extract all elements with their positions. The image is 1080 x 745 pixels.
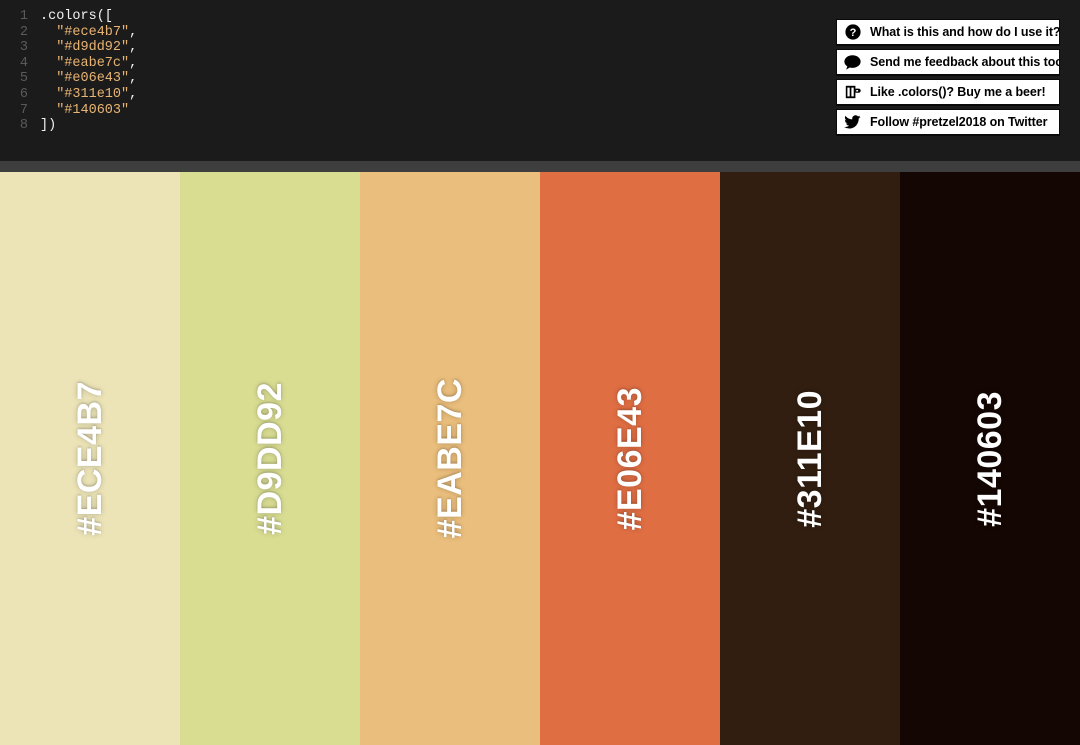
code-line[interactable]: "#ece4b7", (40, 25, 137, 41)
app-root: 12345678 .colors([ "#ece4b7", "#d9dd92",… (0, 0, 1080, 745)
code-string-token: "#140603" (56, 102, 130, 118)
color-swatch-label: #D9DD92 (250, 382, 289, 535)
line-number: 8 (19, 118, 28, 134)
code-string-token: "#ece4b7" (56, 24, 130, 40)
panel-button-label: Send me feedback about this tool! (870, 55, 1060, 69)
color-swatch-label: #140603 (970, 390, 1009, 527)
line-number: 2 (19, 24, 28, 40)
panel-button-label: What is this and how do I use it? (870, 25, 1060, 39)
color-swatch[interactable]: #140603 (900, 172, 1080, 745)
line-number: 4 (19, 55, 28, 71)
panel-button-beer-mug[interactable]: Like .colors()? Buy me a beer! (836, 79, 1060, 105)
line-number: 6 (19, 86, 28, 102)
code-lines[interactable]: .colors([ "#ece4b7", "#d9dd92", "#eabe7c… (28, 9, 137, 134)
code-line[interactable]: "#eabe7c", (40, 56, 137, 72)
code-line[interactable]: ]) (40, 118, 137, 134)
twitter-bird-icon (844, 114, 861, 131)
code-punct-token: , (129, 55, 138, 71)
color-swatch-label: #311E10 (790, 389, 829, 528)
line-number: 5 (19, 71, 28, 87)
color-swatch-label: #E06E43 (610, 386, 649, 531)
code-punct-token: , (129, 86, 138, 102)
line-number: 7 (19, 102, 28, 118)
code-line[interactable]: "#311e10", (40, 87, 137, 103)
color-swatch-label: #ECE4B7 (70, 381, 109, 536)
color-swatch[interactable]: #ECE4B7 (0, 172, 180, 745)
code-line[interactable]: "#140603" (40, 103, 137, 119)
code-line[interactable]: .colors([ (40, 9, 137, 25)
panel-button-twitter-bird[interactable]: Follow #pretzel2018 on Twitter (836, 109, 1060, 135)
code-string-token: "#e06e43" (56, 71, 130, 87)
speech-bubble-icon (844, 54, 861, 71)
code-punct-token: , (129, 40, 138, 56)
panel-button-label: Follow #pretzel2018 on Twitter (870, 115, 1048, 129)
panel-button-label: Like .colors()? Buy me a beer! (870, 85, 1046, 99)
line-number: 1 (19, 9, 28, 24)
panel-button-question-circle[interactable]: ? What is this and how do I use it? (836, 19, 1060, 45)
editor-separator-bar (0, 161, 1080, 172)
info-button-panel: ? What is this and how do I use it? Send m… (836, 19, 1060, 135)
color-swatch[interactable]: #EABE7C (360, 172, 540, 745)
question-circle-icon: ? (844, 24, 861, 41)
code-area[interactable]: 12345678 .colors([ "#ece4b7", "#d9dd92",… (0, 9, 137, 134)
code-punct-token: , (129, 71, 138, 87)
color-swatch[interactable]: #D9DD92 (180, 172, 360, 745)
code-string-token: "#d9dd92" (56, 40, 130, 56)
code-plain-token: ]) (40, 118, 57, 134)
palette-swatch-strip: #ECE4B7 #D9DD92 #EABE7C #E06E43 #311E10 #1406… (0, 172, 1080, 745)
color-swatch[interactable]: #E06E43 (540, 172, 720, 745)
line-number-gutter: 12345678 (0, 9, 28, 134)
code-plain-token: .colors([ (40, 9, 113, 24)
beer-mug-icon (844, 84, 861, 101)
code-string-token: "#eabe7c" (56, 55, 130, 71)
svg-text:?: ? (849, 27, 856, 39)
code-line[interactable]: "#d9dd92", (40, 40, 137, 56)
color-swatch[interactable]: #311E10 (720, 172, 900, 745)
code-line[interactable]: "#e06e43", (40, 71, 137, 87)
line-number: 3 (19, 40, 28, 56)
panel-button-speech-bubble[interactable]: Send me feedback about this tool! (836, 49, 1060, 75)
code-punct-token: , (129, 24, 138, 40)
code-string-token: "#311e10" (56, 86, 130, 102)
color-swatch-label: #EABE7C (430, 378, 469, 539)
